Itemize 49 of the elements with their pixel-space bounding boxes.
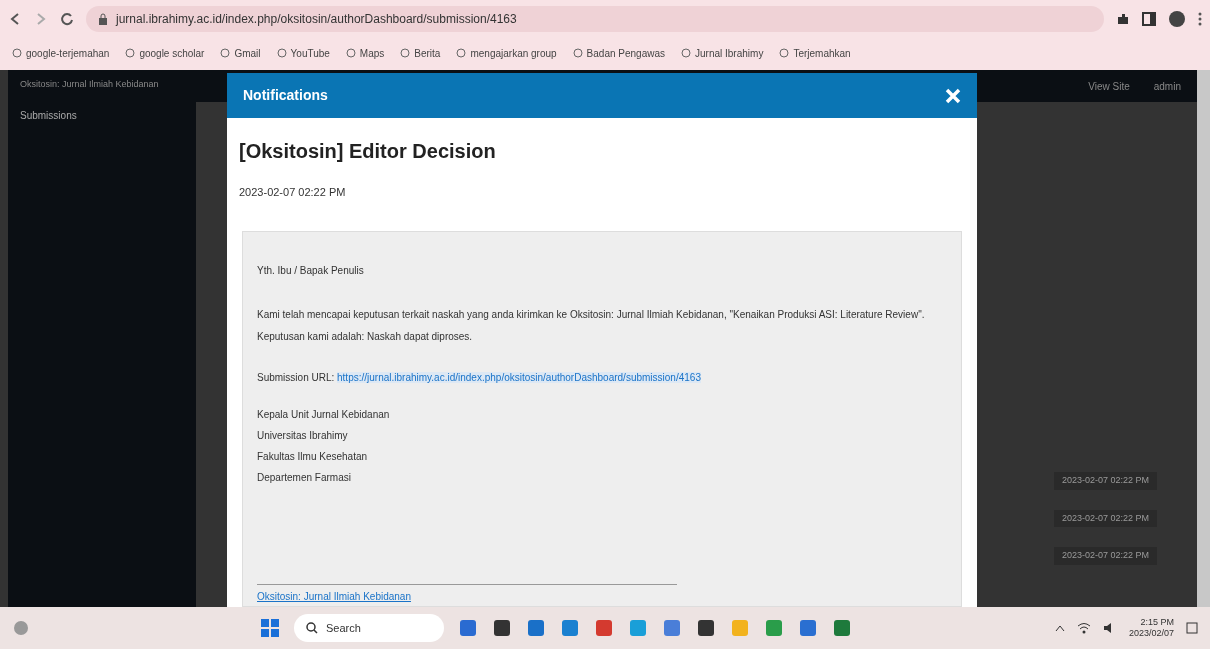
bookmark[interactable]: Terjemahkan [779, 45, 851, 61]
signature-line: Departemen Farmasi [257, 470, 352, 485]
app-icon[interactable] [492, 618, 512, 638]
bookmark[interactable]: Berita [400, 45, 441, 61]
bookmark[interactable]: Gmail [220, 45, 261, 61]
notification-title: [Oksitosin] Editor Decision [239, 139, 497, 164]
bookmark[interactable]: mengajarkan group [456, 45, 557, 61]
bookmark[interactable]: Maps [345, 45, 385, 61]
scrollbar[interactable] [1197, 70, 1210, 607]
bookmark[interactable]: YouTube [276, 45, 330, 61]
clock-date: 2023/02/07 [1128, 628, 1174, 639]
date-text: 2023-02-07 02:22 PM [1053, 472, 1157, 490]
header-link[interactable]: View Site [1088, 78, 1130, 94]
notification-icon[interactable] [1186, 622, 1198, 634]
profile-icon[interactable] [1168, 10, 1186, 28]
submission-link[interactable]: https://jurnal.ibrahimy.ac.id/index.php/oksitosin/authorDashboard/submission/4163 [337, 371, 701, 383]
reload-icon[interactable] [60, 12, 74, 26]
date-text: 2023-02-07 02:22 PM [1053, 547, 1157, 565]
menu-icon[interactable] [1198, 12, 1202, 26]
signature-line: Universitas Ibrahimy [257, 428, 349, 443]
chevron-up-icon[interactable] [1054, 624, 1065, 632]
address-bar[interactable]: jurnal.ibrahimy.ac.id/index.php/oksitosin/authorDashboard/submission/4163 [86, 6, 1104, 32]
wifi-icon[interactable] [1076, 622, 1091, 634]
header-link[interactable]: admin [1153, 78, 1181, 94]
search-icon[interactable] [306, 622, 318, 634]
sidebar-icon[interactable] [1142, 12, 1156, 26]
date-text: 2023-02-07 02:22 PM [1053, 509, 1157, 527]
clock-time: 2:15 PM [1140, 617, 1174, 628]
sidebar-item[interactable]: Submissions [20, 107, 184, 123]
taskbar-search[interactable]: Search [294, 614, 444, 642]
bookmark[interactable]: google-terjemahan [12, 45, 110, 61]
site-title: Oksitosin: Jurnal Ilmiah Kebidanan [20, 78, 160, 91]
message-text: Submission URL: https://jurnal.ibrahimy.ac.id/index.php/oksitosin/authorDashboard/submission/4163 [257, 370, 702, 385]
notification-date: 2023-02-07 02:22 PM [239, 185, 347, 200]
bookmark[interactable]: Jurnal Ibrahimy [681, 45, 764, 61]
app-icon[interactable] [832, 618, 852, 638]
message-text: Kami telah mencapai keputusan terkait naskah yang anda kirimkan ke Oksitosin: Jurnal Ilmiah Kebidanan, "Kenaikan Produksi ASI: Literature Review". Keputusan kami adalah: Naskah dapat diproses. [257, 307, 926, 344]
signature-line: Fakultas Ilmu Kesehatan [257, 449, 369, 464]
url-text: jurnal.ibrahimy.ac.id/index.php/oksitosin/authorDashboard/submission/4163 [116, 11, 517, 28]
app-icon[interactable] [696, 618, 716, 638]
dialog-header: Notifications [243, 86, 328, 105]
journal-link[interactable]: Oksitosin: Jurnal Ilmiah Kebidanan [257, 589, 947, 604]
message-text: Yth. Ibu / Bapak Penulis [257, 263, 365, 278]
close-icon[interactable] [945, 87, 961, 104]
lock-icon[interactable] [98, 13, 108, 25]
start-icon[interactable] [260, 618, 280, 638]
signature-line: Kepala Unit Jurnal Kebidanan [257, 407, 391, 422]
bookmark[interactable]: Badan Pengawas [572, 45, 665, 61]
bookmark[interactable]: google scholar [125, 45, 205, 61]
